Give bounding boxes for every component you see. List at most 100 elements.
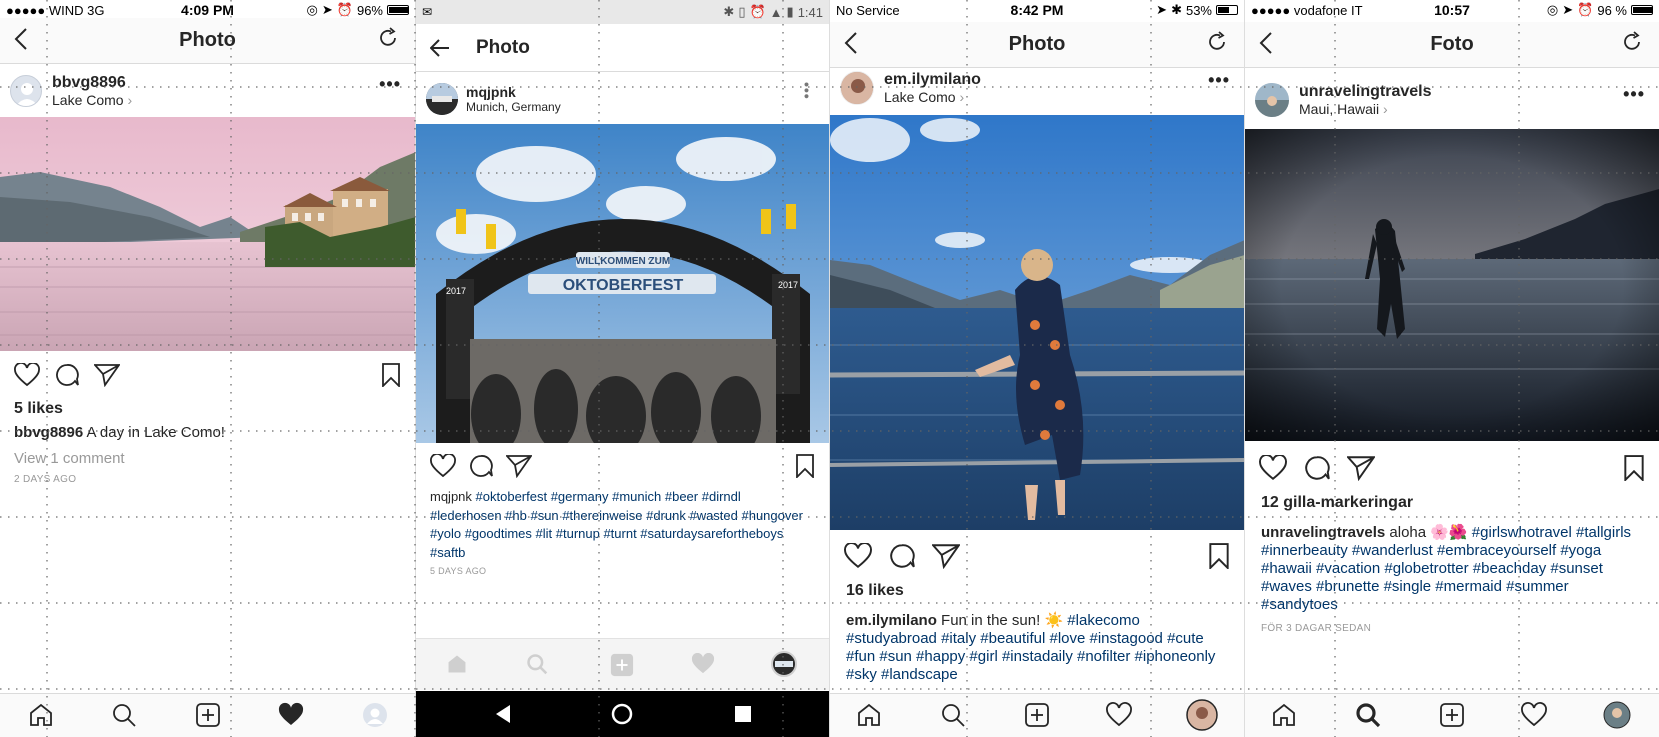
comment-icon[interactable]: [888, 543, 916, 574]
view-comments-link[interactable]: View 1 comment: [14, 450, 125, 467]
likes-count[interactable]: 16 likes: [846, 582, 904, 600]
like-heart-icon[interactable]: [430, 453, 456, 483]
chevron-right-icon: ›: [127, 92, 133, 108]
battery-icon: [387, 5, 409, 15]
action-bar: [0, 362, 415, 397]
save-bookmark-icon[interactable]: [1623, 455, 1645, 486]
share-paper-plane-icon[interactable]: [1345, 455, 1376, 486]
caption-username[interactable]: bbvg8896: [14, 424, 83, 441]
save-bookmark-icon[interactable]: [795, 454, 815, 483]
home-icon[interactable]: [1271, 702, 1297, 733]
avatar[interactable]: [10, 75, 42, 107]
post-photo[interactable]: [0, 117, 415, 351]
caption-text: Fun in the sun! ☀️: [941, 612, 1064, 629]
post-username[interactable]: em.ilymilano: [884, 71, 981, 89]
banner-welcome-text: WILLKOMMEN ZUM: [576, 256, 670, 267]
post-photo[interactable]: [1245, 129, 1659, 441]
status-bar: No Service 8:42 PM ➤ ✱ 53%: [830, 0, 1244, 20]
chevron-right-icon: ›: [959, 89, 965, 105]
lake-como-girl-photo: [830, 115, 1244, 530]
android-back-icon[interactable]: [494, 704, 512, 729]
battery-icon: ▮: [786, 4, 794, 19]
back-arrow-icon[interactable]: [429, 35, 450, 61]
page-title: Foto: [1430, 33, 1474, 55]
save-bookmark-icon[interactable]: [381, 363, 401, 392]
post-location[interactable]: Maui, Hawaii ›: [1299, 101, 1432, 117]
caption-hashtags[interactable]: #oktoberfest #germany #munich #beer #dir…: [430, 489, 803, 560]
share-paper-plane-icon[interactable]: [92, 363, 121, 392]
search-icon[interactable]: [526, 653, 548, 680]
gmail-notification-icon: ✉: [422, 5, 433, 19]
home-icon[interactable]: [856, 702, 882, 733]
activity-heart-icon[interactable]: [1106, 702, 1132, 733]
status-bar: ●●●●● vodafone IT 10:57 ◎ ➤ ⏰ 96 %: [1245, 0, 1659, 20]
caption-username[interactable]: unravelingtravels: [1261, 524, 1385, 541]
page-title: Photo: [179, 29, 236, 51]
battery-icon: [1216, 5, 1238, 15]
avatar[interactable]: [840, 71, 874, 105]
avatar[interactable]: [1255, 83, 1289, 117]
year-text-left: 2017: [446, 286, 466, 296]
search-icon[interactable]: [940, 702, 966, 733]
signal-icon: ▲: [769, 4, 783, 20]
save-bookmark-icon[interactable]: [1208, 543, 1230, 574]
post-header: em.ilymilano Lake Como › •••: [830, 66, 1244, 110]
year-text-right: 2017: [778, 280, 798, 290]
more-options-icon[interactable]: •••: [1208, 70, 1230, 91]
search-icon[interactable]: [111, 702, 137, 733]
add-post-icon[interactable]: [1439, 702, 1465, 733]
comment-icon[interactable]: [468, 454, 494, 483]
post-location[interactable]: Lake Como ›: [52, 92, 132, 108]
tab-bar: [830, 693, 1244, 737]
lake-como-photo: [0, 117, 415, 351]
refresh-icon[interactable]: [1206, 31, 1228, 58]
banner-oktoberfest-text: OKTOBERFEST: [563, 277, 684, 294]
likes-count[interactable]: 5 likes: [14, 400, 63, 418]
add-post-icon[interactable]: [610, 653, 634, 682]
post-username[interactable]: bbvg8896: [52, 74, 132, 92]
comment-icon[interactable]: [1303, 455, 1331, 486]
share-paper-plane-icon[interactable]: [504, 454, 533, 483]
like-heart-icon[interactable]: [14, 362, 40, 392]
clock: 8:42 PM: [1010, 2, 1064, 18]
caption-username[interactable]: mqjpnk: [430, 489, 472, 504]
add-post-icon[interactable]: [1024, 702, 1050, 733]
refresh-icon[interactable]: [1621, 31, 1643, 58]
profile-avatar-icon[interactable]: [1603, 701, 1631, 734]
post-username[interactable]: mqjpnk: [466, 84, 561, 100]
tab-bar: [0, 693, 415, 737]
android-recents-icon[interactable]: [734, 705, 752, 728]
refresh-icon[interactable]: [377, 27, 399, 54]
profile-avatar-icon[interactable]: [362, 702, 388, 733]
activity-heart-icon[interactable]: [278, 702, 304, 733]
avatar[interactable]: [426, 83, 458, 115]
more-options-icon[interactable]: •••: [1623, 84, 1645, 105]
home-icon[interactable]: [446, 653, 468, 680]
search-icon[interactable]: [1355, 702, 1381, 733]
activity-heart-icon[interactable]: [1521, 702, 1547, 733]
add-post-icon[interactable]: [195, 702, 221, 733]
post-photo[interactable]: [830, 115, 1244, 530]
comment-icon[interactable]: [54, 363, 80, 392]
status-bar: ●●●●● WIND 3G 4:09 PM ◎ ➤ ⏰ 96%: [0, 0, 415, 20]
post-location[interactable]: Munich, Germany: [466, 100, 561, 114]
android-home-icon[interactable]: [611, 703, 633, 730]
profile-avatar-icon[interactable]: [1186, 699, 1218, 736]
post-username[interactable]: unravelingtravels: [1299, 83, 1432, 101]
screen-1: ●●●●● WIND 3G 4:09 PM ◎ ➤ ⏰ 96% Photo bb…: [0, 0, 416, 737]
like-heart-icon[interactable]: [1259, 454, 1287, 486]
home-icon[interactable]: [28, 702, 54, 733]
share-paper-plane-icon[interactable]: [930, 543, 961, 574]
like-heart-icon[interactable]: [844, 542, 872, 574]
profile-avatar-icon[interactable]: [771, 651, 797, 682]
nav-bar: Photo: [416, 24, 829, 72]
post-photo[interactable]: WILLKOMMEN ZUM OKTOBERFEST 2017 2017: [416, 124, 829, 443]
likes-count[interactable]: 12 gilla-markeringar: [1261, 494, 1413, 512]
more-options-icon[interactable]: •••: [799, 82, 815, 100]
post-location[interactable]: Lake Como ›: [884, 89, 981, 105]
bluetooth-icon: ✱: [723, 4, 735, 19]
more-options-icon[interactable]: •••: [379, 74, 401, 95]
screen-2: ✉ ✱ ▯ ⏰ ▲ ▮ 1:41 Photo mqjpnk Munich, Ge…: [416, 0, 830, 737]
caption-username[interactable]: em.ilymilano: [846, 612, 937, 629]
activity-heart-icon[interactable]: [691, 652, 715, 680]
